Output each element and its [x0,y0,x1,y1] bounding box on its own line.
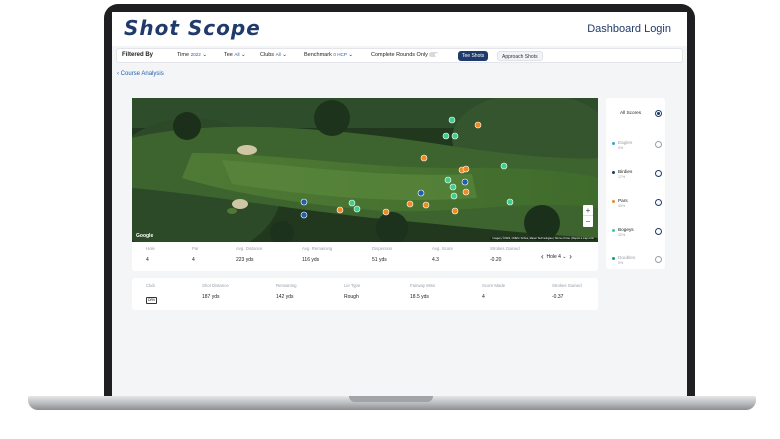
shot-marker[interactable] [450,192,458,200]
shot-distance: Shot Distance 187 yds [202,283,229,300]
driver-icon: DRV [146,296,158,304]
shot-marker[interactable] [461,178,469,186]
shot-marker[interactable] [406,200,414,208]
tab-approach-shots[interactable]: Approach Shots [497,50,543,61]
time-filter-value: 2022 [190,52,201,57]
filter-bar: Filtered By Time 2022 ⌄ Tee All ⌄ Clubs … [116,48,683,63]
shot-marker[interactable] [500,162,508,170]
shot-marker[interactable] [417,189,425,197]
clubs-filter-value: All [275,52,281,57]
logo: Shot Scope [124,16,261,40]
chevron-down-icon: ⌄ [241,52,246,58]
tee-filter-value: All [234,52,240,57]
filter-title: Filtered By [122,51,154,58]
eagles-dot [612,142,615,145]
shot-marker[interactable] [336,206,344,214]
shot-marker[interactable] [506,198,514,206]
prev-hole-icon[interactable]: ‹ [541,252,544,261]
radio-all-scores[interactable] [655,110,662,117]
app-screen: Shot Scope Dashboard Login Filtered By T… [112,12,687,400]
tee-filter-label: Tee [224,52,233,58]
stat-dispersion: Dispersion 51 yds [372,246,393,263]
stat-par: Par 4 [192,246,199,263]
doubles-dot [612,257,615,260]
shot-remaining: Remaining 142 yds [276,283,297,300]
shot-marker[interactable] [474,121,482,129]
laptop-notch [349,396,433,402]
google-logo: Google [136,233,154,239]
radio-birdies[interactable] [655,170,662,177]
shot-lie-type: Lie Type Rough [344,283,361,300]
hole-selector[interactable]: ‹ Hole 4 ⌄ › [541,252,572,261]
hole-selector-label[interactable]: Hole 4 [546,254,560,260]
shot-fairway-miss: Fairway Miss 18.5 yds [410,283,436,300]
time-filter[interactable]: Time 2022 ⌄ [177,52,207,58]
shot-marker[interactable] [442,132,450,140]
pars-dot [612,200,615,203]
hole-stats-row: Hole 4 Par 4 Avg. Distance 223 yds Avg. Rem… [132,242,598,271]
benchmark-filter-label: Benchmark [304,52,332,58]
shot-marker[interactable] [449,183,457,191]
stat-avg-remaining: Avg. Remaining 116 yds [302,246,333,263]
shot-strokes-gained: Strokes Gained -0.37 [552,283,582,300]
birdies-dot [612,171,615,174]
shot-marker[interactable] [300,198,308,206]
dashboard-login-link[interactable]: Dashboard Login [587,23,671,35]
stat-avg-distance: Avg. Distance 223 yds [236,246,263,263]
shot-marker[interactable] [462,165,470,173]
complete-rounds-toggle[interactable]: Complete Rounds Only [371,52,440,58]
complete-rounds-label: Complete Rounds Only [371,52,428,58]
chevron-down-icon: ⌄ [348,52,354,58]
score-legend: All Scores Eagles 0% Birdies 17% Pars 40… [606,98,665,269]
radio-eagles[interactable] [655,141,662,148]
stat-strokes-gained: Strokes Gained -0.20 [490,246,520,263]
next-hole-icon[interactable]: › [569,252,572,261]
stat-avg-score: Avg. Score 4.3 [432,246,453,263]
shot-marker[interactable] [420,154,428,162]
clubs-filter-label: Clubs [260,52,275,58]
clubs-filter[interactable]: Clubs All ⌄ [260,52,287,58]
shot-marker[interactable] [353,205,361,213]
bogeys-dot [612,229,615,232]
time-filter-label: Time [177,52,190,58]
shot-marker[interactable] [451,132,459,140]
shot-marker[interactable] [448,116,456,124]
shot-detail-row: Club DRV Shot Distance 187 yds Remaining 14… [132,278,598,310]
shot-marker[interactable] [348,199,356,207]
benchmark-filter-value: 0 HCP [333,52,347,57]
back-link-label: Course Analysis [120,71,164,77]
tee-filter[interactable]: Tee All ⌄ [224,52,246,58]
hole-map[interactable]: Google Imagery ©2022, CNES / Airbus, Max… [132,98,598,242]
shot-marker[interactable] [451,207,459,215]
benchmark-filter[interactable]: Benchmark 0 HCP ⌄ [304,52,353,58]
radio-pars[interactable] [655,199,662,206]
chevron-down-icon[interactable]: ⌄ [562,254,566,260]
zoom-in-button[interactable]: + [583,205,593,216]
chevron-left-icon: ‹ [117,71,119,77]
chevron-down-icon: ⌄ [202,52,207,58]
back-link[interactable]: ‹ Course Analysis [117,71,164,77]
zoom-control[interactable]: + − [583,205,593,227]
stat-hole: Hole 4 [146,246,155,263]
radio-doubles[interactable] [655,256,662,263]
tab-tee-shots[interactable]: Tee Shots [458,50,489,61]
radio-bogeys[interactable] [655,228,662,235]
chevron-down-icon: ⌄ [282,52,287,58]
map-attribution[interactable]: Imagery ©2022, CNES / Airbus, Maxar Tech… [490,237,596,240]
shot-club: Club DRV [146,283,158,304]
shot-marker[interactable] [382,208,390,216]
shot-score-made: Score Made 4 [482,283,506,300]
shot-markers[interactable] [132,98,598,242]
app-header: Shot Scope Dashboard Login [112,12,687,46]
shot-marker[interactable] [422,201,430,209]
toggle-switch[interactable] [429,52,440,58]
shot-marker[interactable] [444,176,452,184]
shot-marker[interactable] [462,188,470,196]
zoom-out-button[interactable]: − [583,216,593,227]
shot-marker[interactable] [300,211,308,219]
